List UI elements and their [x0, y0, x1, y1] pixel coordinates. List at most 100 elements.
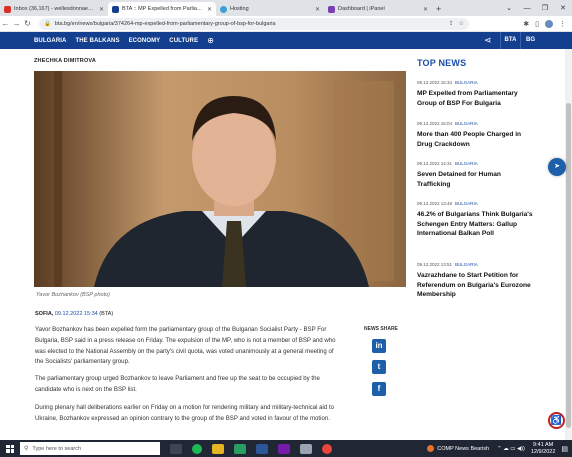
- news-meta: 09.12.2022 15:34 BULGARIA: [417, 80, 535, 85]
- news-meta: 09.12.2022 13:48 BULGARIA: [417, 201, 535, 206]
- nav-culture[interactable]: CULTURE: [169, 38, 198, 44]
- share-page-icon[interactable]: ⇪: [449, 20, 454, 27]
- new-tab-icon[interactable]: +: [436, 2, 441, 16]
- dateline-date[interactable]: 09.12.2022 15:34: [55, 311, 98, 317]
- taskbar-search-input[interactable]: ⚲ Type here to search: [20, 442, 160, 455]
- browser-tab-bta[interactable]: BTA :: MP Expelled from Parliame... ✕: [108, 2, 216, 16]
- article-paragraph-2: The parliamentary group urged Bozhankov …: [35, 375, 320, 393]
- browser-tab-inbox[interactable]: Inbox (36,167) - wellesdonnae@... ✕: [0, 2, 108, 16]
- spotify-icon[interactable]: [192, 443, 202, 454]
- url-text[interactable]: bta.bg/en/news/bulgaria/374264-mp-expell…: [55, 21, 444, 27]
- word-icon[interactable]: [256, 443, 268, 454]
- news-time: 09.12.2022 15:04: [417, 121, 453, 126]
- close-tab-icon[interactable]: ✕: [207, 6, 212, 13]
- news-category[interactable]: BULGARIA: [455, 262, 478, 267]
- chrome-icon[interactable]: [322, 443, 332, 454]
- app-icon[interactable]: [300, 443, 312, 454]
- ipanel-favicon-icon: [328, 5, 335, 13]
- tray-icons[interactable]: ⌃ ☁ ▭ ◀)): [497, 446, 525, 452]
- browser-tab-hosting[interactable]: Hosting ✕: [216, 2, 324, 16]
- facebook-icon[interactable]: f: [372, 382, 386, 396]
- gmail-icon: [4, 5, 11, 13]
- notification-icon[interactable]: ▤: [561, 445, 568, 453]
- taskbar-clock[interactable]: 9:41 AM 12/9/2022: [531, 442, 555, 455]
- onenote-icon[interactable]: [278, 443, 290, 454]
- browser-tab-dashboard[interactable]: Dashboard | iPanel ✕: [324, 2, 432, 16]
- store-icon[interactable]: [234, 443, 246, 454]
- news-category[interactable]: BULGARIA: [455, 121, 478, 126]
- close-window-icon[interactable]: ✕: [554, 4, 572, 12]
- nav-economy[interactable]: ECONOMY: [129, 38, 161, 44]
- address-bar-row: ← → ↻ 🔒 bta.bg/en/news/bulgaria/374264-m…: [0, 16, 572, 32]
- top-news-item[interactable]: 09.12.2022 13:51 BULGARIA Vazrazhdane to …: [417, 262, 535, 300]
- top-news-item[interactable]: 09.12.2022 13:48 BULGARIA 46.2% of Bulgar…: [417, 201, 535, 239]
- news-category[interactable]: BULGARIA: [455, 201, 478, 206]
- tab-title: BTA :: MP Expelled from Parliame...: [122, 6, 205, 12]
- share-icon[interactable]: ⋖: [484, 35, 492, 46]
- article-author[interactable]: ZHECHKA DIMITROVA: [34, 58, 96, 64]
- news-headline[interactable]: Vazrazhdane to Start Petition for Refere…: [417, 271, 535, 300]
- accessibility-icon[interactable]: ♿: [548, 412, 565, 429]
- top-news-title: TOP NEWS: [417, 58, 467, 68]
- menu-kebab-icon[interactable]: ⋮: [559, 20, 566, 28]
- tab-search-icon[interactable]: ⌄: [500, 4, 518, 12]
- nav-the-balkans[interactable]: THE BALKANS: [75, 38, 119, 44]
- language-switcher: BTA BG: [500, 32, 540, 49]
- window-controls: ⌄ — ❐ ✕: [500, 0, 572, 16]
- dateline-source: (BTA): [99, 311, 114, 317]
- top-news-item[interactable]: 09.12.2022 15:34 BULGARIA MP Expelled fro…: [417, 80, 535, 108]
- news-category[interactable]: BULGARIA: [455, 161, 478, 166]
- news-headline[interactable]: 46.2% of Bulgarians Think Bulgaria's Sch…: [417, 210, 535, 239]
- search-icon: ⚲: [24, 446, 29, 452]
- lang-bta[interactable]: BTA: [500, 32, 520, 49]
- system-tray: COMP News Bearish ⌃ ☁ ▭ ◀)) 9:41 AM 12/9…: [427, 442, 572, 455]
- news-headline[interactable]: Seven Detained for Human Trafficking: [417, 170, 535, 189]
- globe-icon[interactable]: ⊕: [207, 36, 214, 45]
- windows-logo-icon: [6, 444, 14, 453]
- close-tab-icon[interactable]: ✕: [423, 6, 428, 13]
- news-widget-icon: [427, 445, 435, 452]
- news-time: 09.12.2022 13:48: [417, 201, 453, 206]
- news-headline[interactable]: More than 400 People Charged in Drug Cra…: [417, 130, 535, 149]
- news-time: 09.12.2022 14:31: [417, 161, 453, 166]
- reload-icon[interactable]: ↻: [22, 19, 33, 28]
- photo-caption: Yavor Bozhankov (BSP photo): [36, 292, 110, 298]
- file-explorer-icon[interactable]: [212, 443, 224, 454]
- tab-title: Inbox (36,167) - wellesdonnae@...: [14, 6, 97, 12]
- browser-tab-strip: Inbox (36,167) - wellesdonnae@... ✕ BTA …: [0, 0, 572, 16]
- linkedin-icon[interactable]: in: [372, 339, 386, 353]
- url-bar[interactable]: 🔒 bta.bg/en/news/bulgaria/374264-mp-expe…: [39, 17, 469, 30]
- article-dateline: SOFIA, 09.12.2022 15:34 (BTA): [35, 311, 113, 317]
- lock-icon[interactable]: 🔒: [44, 21, 51, 27]
- tab-title: Dashboard | iPanel: [338, 6, 385, 12]
- minimize-icon[interactable]: —: [518, 5, 536, 12]
- top-news-item[interactable]: 09.12.2022 14:31 BULGARIA Seven Detained …: [417, 161, 535, 189]
- tab-title: Hosting: [230, 6, 249, 12]
- maximize-icon[interactable]: ❐: [536, 4, 554, 12]
- bookmark-star-icon[interactable]: ☆: [459, 20, 464, 27]
- news-headline[interactable]: MP Expelled from Parliamentary Group of …: [417, 89, 535, 108]
- article-paragraph-3: During plenary hall deliberations earlie…: [35, 404, 335, 422]
- close-tab-icon[interactable]: ✕: [315, 6, 320, 13]
- portrait-illustration: [34, 71, 406, 287]
- taskbar-search-placeholder: Type here to search: [32, 445, 82, 452]
- site-navigation: BULGARIA THE BALKANS ECONOMY CULTURE ⊕ ⋖…: [0, 32, 572, 49]
- lang-bg[interactable]: BG: [520, 32, 540, 49]
- back-icon[interactable]: ←: [0, 19, 11, 28]
- scrollbar-thumb[interactable]: [566, 103, 571, 428]
- nav-bulgaria[interactable]: BULGARIA: [34, 38, 66, 44]
- news-meta: 09.12.2022 13:51 BULGARIA: [417, 262, 535, 267]
- news-category[interactable]: BULGARIA: [455, 80, 478, 85]
- close-tab-icon[interactable]: ✕: [99, 6, 104, 13]
- news-widget[interactable]: COMP News Bearish: [427, 445, 489, 452]
- browser-toolbar: ✱ ▯ ⋮: [517, 19, 572, 28]
- task-view-icon[interactable]: [170, 443, 182, 454]
- start-button[interactable]: [0, 440, 20, 457]
- twitter-icon[interactable]: t: [372, 360, 386, 374]
- profile-avatar[interactable]: [545, 19, 553, 28]
- telegram-icon[interactable]: ➤: [548, 158, 566, 176]
- top-news-item[interactable]: 09.12.2022 15:04 BULGARIA More than 400 P…: [417, 121, 535, 149]
- forward-icon[interactable]: →: [11, 19, 22, 28]
- extensions-icon[interactable]: ✱: [523, 20, 529, 28]
- side-panel-icon[interactable]: ▯: [535, 20, 539, 28]
